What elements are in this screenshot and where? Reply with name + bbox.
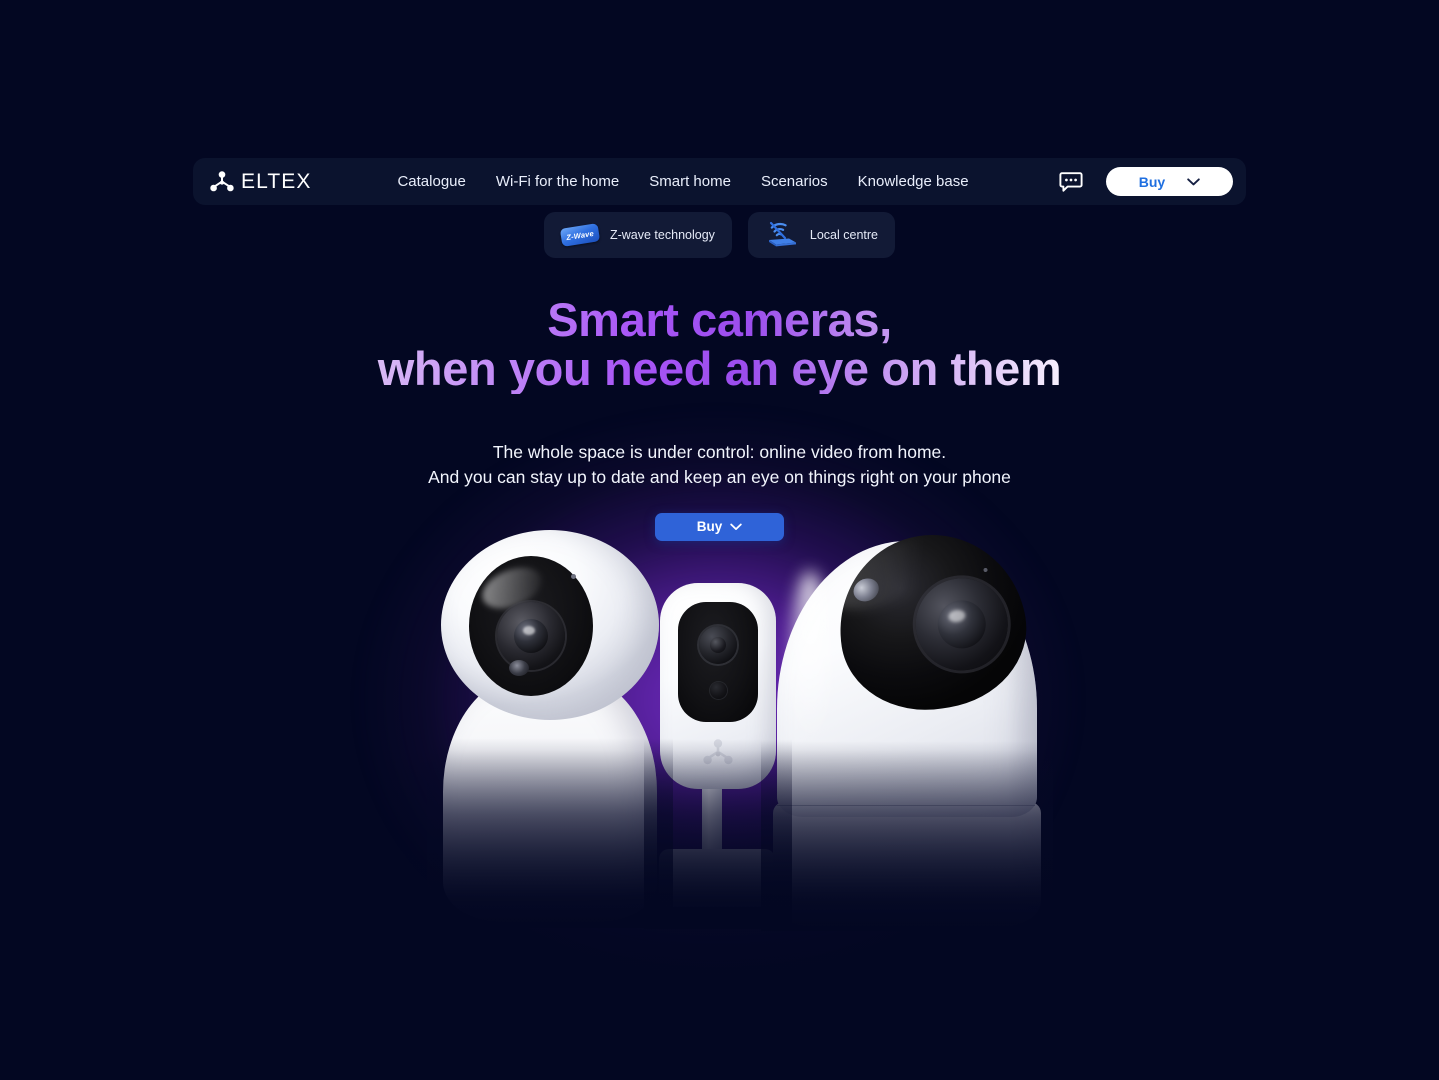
buy-button-header-label: Buy	[1138, 173, 1166, 190]
camera-middle-lens-panel	[678, 602, 758, 722]
camera-left-head	[441, 530, 659, 720]
camera-right-base	[773, 801, 1041, 927]
dome-pan-tilt-camera-left	[427, 530, 673, 928]
navigation-bar: ELTEX Catalogue Wi-Fi for the home Smart…	[193, 158, 1246, 205]
nav-link-wifi-for-the-home[interactable]: Wi-Fi for the home	[496, 173, 619, 190]
camera-middle-body	[660, 583, 776, 789]
camera-left-ir-sensor	[509, 660, 529, 676]
camera-left-lens-highlight	[523, 626, 535, 635]
camera-middle-sensor	[710, 682, 727, 699]
nav-link-knowledge-base[interactable]: Knowledge base	[858, 173, 969, 190]
z-wave-chip-text: Z-Wave	[565, 228, 595, 242]
camera-middle-eltex-logo-icon	[703, 739, 733, 770]
feature-badges: Z-Wave Z-wave technology Local centre	[0, 212, 1439, 258]
dome-pan-tilt-camera-right	[761, 521, 1053, 931]
camera-left-lens-inner	[514, 619, 548, 653]
brand-logo[interactable]: ELTEX	[210, 170, 311, 194]
z-wave-chip-icon: Z-Wave	[559, 223, 601, 247]
page-root: ELTEX Catalogue Wi-Fi for the home Smart…	[0, 0, 1439, 1080]
subtitle-line-2: And you can stay up to date and keep an …	[428, 467, 1011, 488]
header: ELTEX Catalogue Wi-Fi for the home Smart…	[0, 158, 1439, 205]
hero-subtitle: The whole space is under control: online…	[0, 440, 1439, 491]
subtitle-line-1: The whole space is under control: online…	[492, 441, 947, 462]
buy-button-hero[interactable]: Buy	[655, 512, 784, 541]
chat-bubble-icon[interactable]	[1058, 169, 1084, 195]
nav-link-catalogue[interactable]: Catalogue	[397, 173, 465, 190]
eltex-molecule-logo-icon	[210, 171, 234, 192]
camera-middle-base	[659, 849, 775, 907]
nav-link-smart-home[interactable]: Smart home	[649, 173, 731, 190]
compact-rectangular-camera-middle	[644, 583, 792, 929]
camera-right-lens	[909, 571, 1015, 678]
headline-line-1: Smart cameras,	[547, 293, 892, 346]
badge-local-centre-label: Local centre	[809, 228, 879, 242]
badge-z-wave-label: Z-wave technology	[609, 228, 715, 242]
camera-middle-lens	[699, 626, 737, 664]
hero-section: Smart cameras, when you need an eye on t…	[0, 296, 1439, 541]
badge-z-wave-technology[interactable]: Z-Wave Z-wave technology	[543, 212, 732, 258]
brand-name: ELTEX	[241, 169, 312, 193]
nav-link-scenarios[interactable]: Scenarios	[761, 173, 828, 190]
nav-links: Catalogue Wi-Fi for the home Smart home …	[397, 173, 1058, 190]
badge-local-centre[interactable]: Local centre	[747, 212, 896, 258]
page-title: Smart cameras, when you need an eye on t…	[0, 296, 1439, 394]
headline-line-2: when you need an eye on them	[377, 341, 1062, 395]
camera-right-lens-inner	[934, 596, 990, 652]
camera-right-seam-line	[777, 805, 1035, 806]
camera-left-lens	[497, 602, 565, 670]
chevron-down-icon	[1187, 173, 1200, 191]
router-wifi-icon	[765, 218, 799, 253]
buy-button-hero-label: Buy	[696, 519, 723, 534]
camera-right-lens-highlight	[947, 608, 967, 624]
camera-right-microphone	[983, 567, 988, 573]
chevron-down-icon	[730, 518, 742, 536]
camera-right-edge-highlight	[791, 571, 829, 751]
buy-button-header[interactable]: Buy	[1106, 167, 1233, 196]
camera-left-microphone	[571, 574, 576, 579]
